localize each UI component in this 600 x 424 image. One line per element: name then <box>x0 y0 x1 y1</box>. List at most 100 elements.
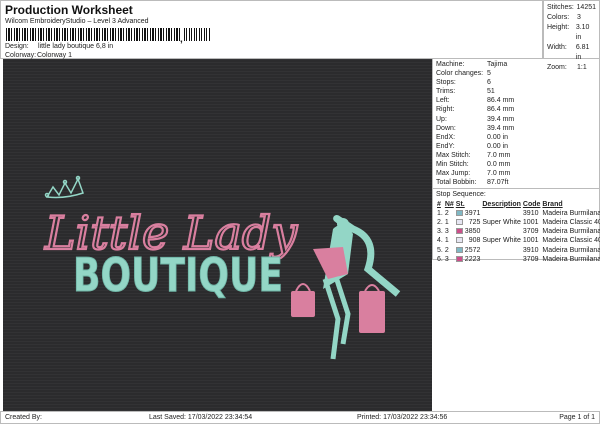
needle: 2 <box>444 209 449 217</box>
stop-number: 6. <box>437 255 443 263</box>
design-row: Design: little lady boutique 6,8 in <box>5 43 113 50</box>
crown-icon <box>44 175 84 199</box>
info-value: 86.4 mm <box>487 97 515 105</box>
info-row: Machine: Tajima <box>436 60 596 69</box>
color-swatch <box>455 255 464 264</box>
color-swatch <box>455 218 464 227</box>
stat-row: Height: 3.10 in <box>547 23 596 43</box>
info-row: Color changes: 5 <box>436 69 596 78</box>
info-label: EndY: <box>436 142 455 150</box>
created-by: Created By: <box>5 414 42 421</box>
design-value: little lady boutique 6,8 in <box>38 43 114 50</box>
stat-value: 14251 <box>576 4 596 11</box>
info-label: Trims: <box>436 88 456 96</box>
column-header: N# <box>444 200 454 208</box>
stitch-count: 2223 <box>464 255 481 263</box>
info-label: Min Stitch: <box>436 161 469 169</box>
thread-code: 1001 <box>522 218 539 226</box>
info-label: Total Bobbin: <box>436 179 477 187</box>
info-value: 39.4 mm <box>487 124 515 132</box>
stop-row: 1. 2 3971 3910 Madeira Burmilana <box>436 209 600 218</box>
stop-row: 6. 3 2223 3709 Madeira Burmilana <box>436 255 600 264</box>
column-header: St. <box>455 200 465 208</box>
info-value: 39.4 mm <box>487 115 515 123</box>
info-row: Min Stitch: 0.0 mm <box>436 160 596 169</box>
info-row: Stops: 6 <box>436 78 596 87</box>
needle: 3 <box>444 255 449 263</box>
needle: 3 <box>444 228 449 236</box>
info-value: 0.0 mm <box>487 161 511 169</box>
stat-label: Colors: <box>547 14 570 21</box>
info-row: Down: 39.4 mm <box>436 124 596 133</box>
info-label: Color changes: <box>436 70 484 78</box>
info-value: 86.4 mm <box>487 106 515 114</box>
page-number: Page 1 of 1 <box>559 414 595 421</box>
stat-label: Stitches: <box>547 4 574 11</box>
embroidery-design: Little Lady BOUTIQUE <box>43 175 401 360</box>
info-label: Max Stitch: <box>436 151 471 159</box>
info-label: Up: <box>436 115 447 123</box>
logo-block-text: BOUTIQUE <box>73 248 283 302</box>
description: Super White <box>482 218 521 226</box>
info-value: 87.07ft <box>487 179 509 187</box>
info-row: Max Jump: 7.0 mm <box>436 169 596 178</box>
info-row: Up: 39.4 mm <box>436 115 596 124</box>
info-row: Trims: 51 <box>436 87 596 96</box>
machine-info-panel: Machine: Tajima Color changes: 5 Stops: 6 Trim… <box>432 59 600 263</box>
colorway-value: Colorway 1 <box>37 52 73 59</box>
info-label: Down: <box>436 124 456 132</box>
stop-number: 2. <box>437 218 443 226</box>
stitch-count: 3850 <box>464 228 481 236</box>
stop-row: 4. 1 908 Super White 1001 Madeira Classic 40 <box>436 236 600 245</box>
thread-code: 3910 <box>522 209 539 217</box>
stat-row: Colors: 3 <box>547 13 596 23</box>
stop-number: 3. <box>437 228 443 236</box>
info-row: EndY: 0.00 in <box>436 142 596 151</box>
info-label: Left: <box>436 97 450 105</box>
thread-brand: Madeira Classic 40 <box>542 237 600 245</box>
barcode <box>6 28 182 41</box>
barcode-suffix <box>184 28 211 41</box>
info-value: 6 <box>487 79 491 87</box>
stitch-count: 725 <box>468 218 481 226</box>
stop-row: 3. 3 3850 3709 Madeira Burmilana <box>436 227 600 236</box>
info-row: Right: 86.4 mm <box>436 105 596 114</box>
thread-code: 1001 <box>522 237 539 245</box>
stat-label: Height: <box>547 24 570 31</box>
stitch-count: 3971 <box>464 209 481 217</box>
colorway-row: Colorway: Colorway 1 <box>5 52 72 59</box>
barcode-separator: , <box>180 34 183 45</box>
color-swatch <box>455 236 464 245</box>
info-label: Stops: <box>436 79 456 87</box>
worksheet-header: Production Worksheet Wilcom EmbroiderySt… <box>0 0 543 59</box>
thread-brand: Madeira Burmilana <box>542 228 600 236</box>
info-row: Max Stitch: 7.0 mm <box>436 151 596 160</box>
info-value: 7.0 mm <box>487 170 511 178</box>
description <box>481 209 522 218</box>
stats-panel: Stitches: 14251 Colors: 3 Height: 3.10 in W… <box>543 0 600 71</box>
thread-brand: Madeira Burmilana <box>542 209 600 217</box>
stop-number: 5. <box>437 246 443 254</box>
design-label: Design: <box>5 43 29 50</box>
colorway-label: Colorway: <box>5 52 37 59</box>
info-value: Tajima <box>487 61 508 68</box>
info-label: Max Jump: <box>436 170 471 178</box>
stat-value: 3.10 in <box>575 24 590 41</box>
info-label: EndX: <box>436 133 456 141</box>
color-swatch <box>455 227 464 236</box>
info-value: 51 <box>487 88 495 96</box>
column-header: Description <box>482 200 521 208</box>
stop-number: 1. <box>437 209 443 217</box>
stitch-count: 2572 <box>464 246 481 254</box>
thread-brand: Madeira Burmilana <box>542 255 600 263</box>
info-value: 0.00 in <box>487 142 509 150</box>
design-preview: Little Lady BOUTIQUE <box>3 59 432 411</box>
info-row: Left: 86.4 mm <box>436 96 596 105</box>
stitch-count: 908 <box>468 237 481 245</box>
column-header: # <box>437 200 441 208</box>
thread-brand: Madeira Classic 40 <box>542 218 600 226</box>
stop-sequence-table: # N# St. Description Code Brand 1. 2 3971 3910 Ma… <box>436 200 600 264</box>
needle: 1 <box>444 237 449 245</box>
thread-code: 3910 <box>522 246 539 254</box>
stop-sequence-title: Stop Sequence: <box>436 191 486 199</box>
